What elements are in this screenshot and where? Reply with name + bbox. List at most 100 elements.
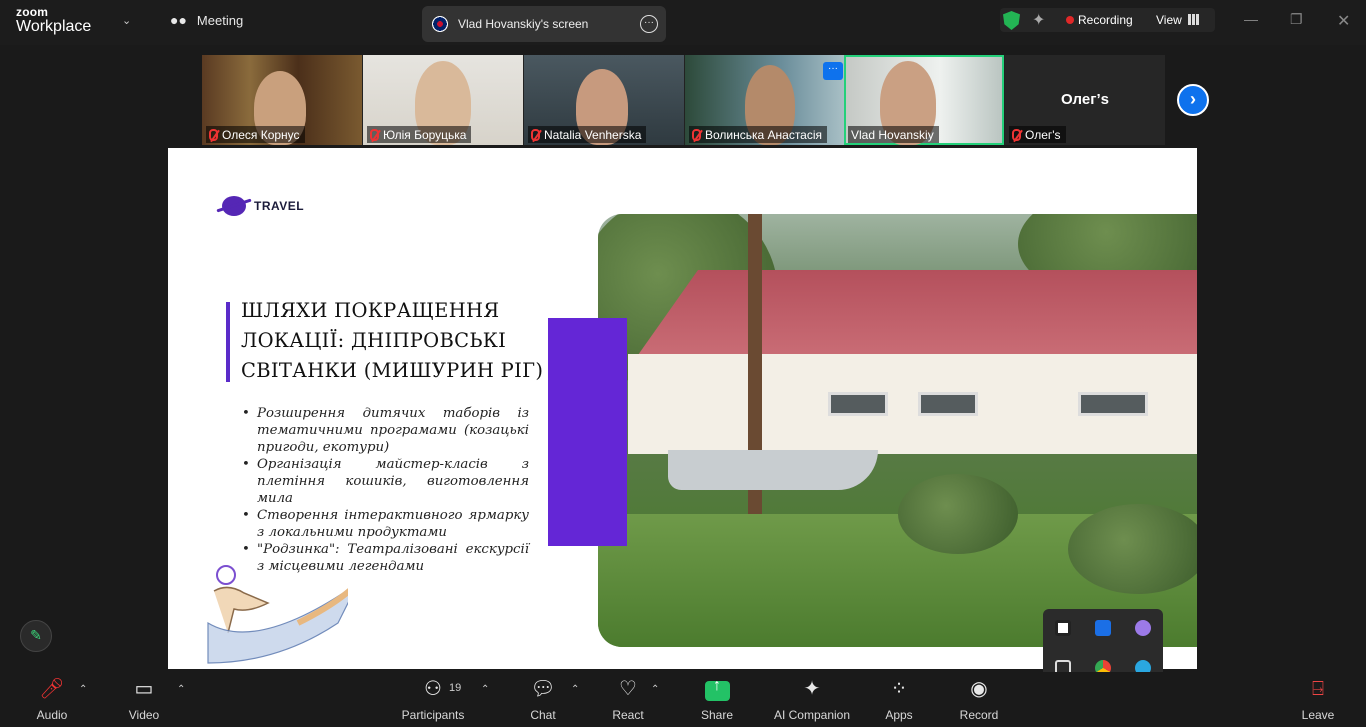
muted-mic-icon	[370, 128, 379, 141]
video-tile[interactable]: ··· Волинська Анастасія	[685, 55, 845, 145]
recording-label[interactable]: Recording	[1078, 13, 1133, 27]
logo-zoom-text: zoom	[16, 5, 49, 19]
travel-brand: TRAVEL	[222, 196, 304, 216]
share-button[interactable]: Share	[696, 672, 738, 727]
next-page-button[interactable]: ›	[1177, 84, 1209, 116]
ai-companion-button[interactable]: ✦ AI Companion	[770, 672, 854, 727]
video-tile[interactable]: Natalia Venherska	[524, 55, 684, 145]
leave-button[interactable]: ⍈ Leave	[1298, 672, 1338, 727]
shared-screen-slide: TRAVEL ШЛЯХИ ПОКРАЩЕННЯ ЛОКАЦІЇ: ДНІПРОВ…	[168, 148, 1197, 669]
heading-accent-bar	[226, 302, 230, 382]
boat	[668, 450, 878, 490]
apps-grid-icon: ⁘	[890, 678, 908, 700]
chat-options-chevron-icon[interactable]: ⌃	[571, 684, 579, 695]
audio-label: Audio	[36, 708, 68, 722]
screen-share-tab[interactable]: Vlad Hovanskiy's screen ···	[422, 6, 666, 42]
video-tile[interactable]: Олеся Корнус	[202, 55, 362, 145]
record-icon: ◉	[970, 678, 988, 700]
chat-bubble-icon: 💬︎	[530, 678, 556, 700]
view-button[interactable]: View	[1156, 13, 1182, 27]
title-bar: zoom Workplace ⌄ ●● Meeting Vlad Hovansk…	[0, 0, 1366, 45]
record-button[interactable]: ◉ Record	[956, 672, 1002, 727]
cossack-illustration	[207, 565, 348, 664]
zoom-workplace-logo[interactable]: zoom Workplace	[16, 6, 91, 35]
participants-count: 19	[449, 682, 462, 694]
muted-mic-icon	[209, 128, 218, 141]
bullet-item: Створення інтерактивного ярмарку з локал…	[242, 507, 529, 541]
share-screen-icon	[696, 672, 738, 702]
more-options-icon[interactable]: ···	[640, 15, 658, 33]
chat-label: Chat	[530, 708, 556, 722]
meeting-toolbar: 🎤︎ Audio ⌃ ▭ Video ⌃ ⚇ Participants 19 ⌃…	[0, 672, 1366, 727]
react-options-chevron-icon[interactable]: ⌃	[651, 684, 659, 695]
flag-avatar-icon	[432, 16, 448, 32]
participant-name-tag: Олеся Корнус	[206, 126, 305, 143]
participant-name: Natalia Venherska	[544, 127, 642, 142]
camera-icon: ▭	[134, 678, 154, 700]
brand-label: TRAVEL	[254, 199, 305, 213]
grid-view-icon[interactable]	[1188, 14, 1200, 25]
participant-name-tag: Олег's	[1009, 126, 1066, 143]
close-icon[interactable]: ✕	[1337, 11, 1350, 31]
more-options-icon[interactable]: ···	[823, 62, 843, 80]
video-strip: Олеся Корнус Юлія Боруцька Natalia Venhe…	[202, 55, 1165, 145]
recording-dot-icon	[1066, 16, 1074, 24]
video-label: Video	[128, 708, 160, 722]
participants-button[interactable]: ⚇ Participants	[398, 672, 468, 727]
chat-button[interactable]: 💬︎ Chat	[520, 672, 566, 727]
audio-app-icon[interactable]	[1095, 620, 1111, 636]
leave-door-icon: ⍈	[1312, 678, 1324, 700]
muted-mic-icon	[692, 128, 701, 141]
participants-options-chevron-icon[interactable]: ⌃	[481, 684, 489, 695]
leave-label: Leave	[1301, 708, 1335, 722]
audio-options-chevron-icon[interactable]: ⌃	[79, 684, 87, 695]
building-roof	[638, 270, 1197, 355]
ai-sparkle-icon: ✦	[803, 678, 821, 700]
chevron-down-icon[interactable]: ⌄	[122, 14, 131, 27]
video-button[interactable]: ▭ Video	[120, 672, 168, 727]
video-off-name: Олег’s	[1061, 91, 1109, 108]
meeting-tab[interactable]: ●● Meeting	[170, 12, 243, 28]
bush	[1068, 504, 1197, 594]
tree-trunk	[748, 214, 762, 544]
participant-name-tag: Vlad Hovanskiy	[848, 126, 939, 143]
people-icon: ●●	[170, 12, 187, 28]
video-options-chevron-icon[interactable]: ⌃	[177, 684, 185, 695]
participant-name-tag: Natalia Venherska	[528, 126, 647, 143]
minimize-icon[interactable]: —	[1244, 11, 1258, 27]
building-window	[918, 392, 978, 416]
slide-heading: ШЛЯХИ ПОКРАЩЕННЯ ЛОКАЦІЇ: ДНІПРОВСЬКІ СВ…	[241, 299, 544, 382]
ai-companion-label: AI Companion	[773, 708, 851, 722]
bullet-item: Організація майстер-класів з плетіння ко…	[242, 456, 529, 507]
apps-label: Apps	[885, 708, 913, 722]
participant-name-tag: Волинська Анастасія	[689, 126, 828, 143]
building-window	[1078, 392, 1148, 416]
react-label: React	[612, 708, 644, 722]
security-app-icon[interactable]	[1055, 620, 1071, 636]
logo-workplace-text: Workplace	[16, 18, 92, 35]
planet-logo-icon	[222, 196, 246, 216]
audio-button[interactable]: 🎤︎ Audio	[28, 672, 76, 727]
video-tile[interactable]: Юлія Боруцька	[363, 55, 523, 145]
participants-label: Participants	[401, 708, 465, 722]
video-tile[interactable]: Олег’s Олег's	[1005, 55, 1165, 145]
participant-name: Олеся Корнус	[222, 127, 300, 142]
ai-sparkle-icon[interactable]: ✦	[1032, 10, 1045, 30]
participant-name: Волинська Анастасія	[705, 127, 823, 142]
record-label: Record	[959, 708, 999, 722]
share-label: Share	[700, 708, 734, 722]
bullet-item: Розширення дитячих таборів із тематичним…	[242, 405, 529, 456]
muted-mic-icon	[531, 128, 540, 141]
annotate-pen-button[interactable]: ✎	[20, 620, 52, 652]
restore-icon[interactable]: ❐	[1290, 11, 1303, 28]
muted-mic-icon	[1012, 128, 1021, 141]
meeting-tab-label: Meeting	[196, 12, 244, 28]
apps-button[interactable]: ⁘ Apps	[880, 672, 918, 727]
video-tile-active-speaker[interactable]: Vlad Hovanskiy	[844, 55, 1004, 145]
react-button[interactable]: ♡ React	[606, 672, 650, 727]
screen-share-tab-label: Vlad Hovanskiy's screen	[458, 17, 589, 31]
slide-bullet-list: Розширення дитячих таборів із тематичним…	[242, 405, 529, 575]
viber-icon[interactable]	[1135, 620, 1151, 636]
participant-name-tag: Юлія Боруцька	[367, 126, 472, 143]
bush	[898, 474, 1018, 554]
